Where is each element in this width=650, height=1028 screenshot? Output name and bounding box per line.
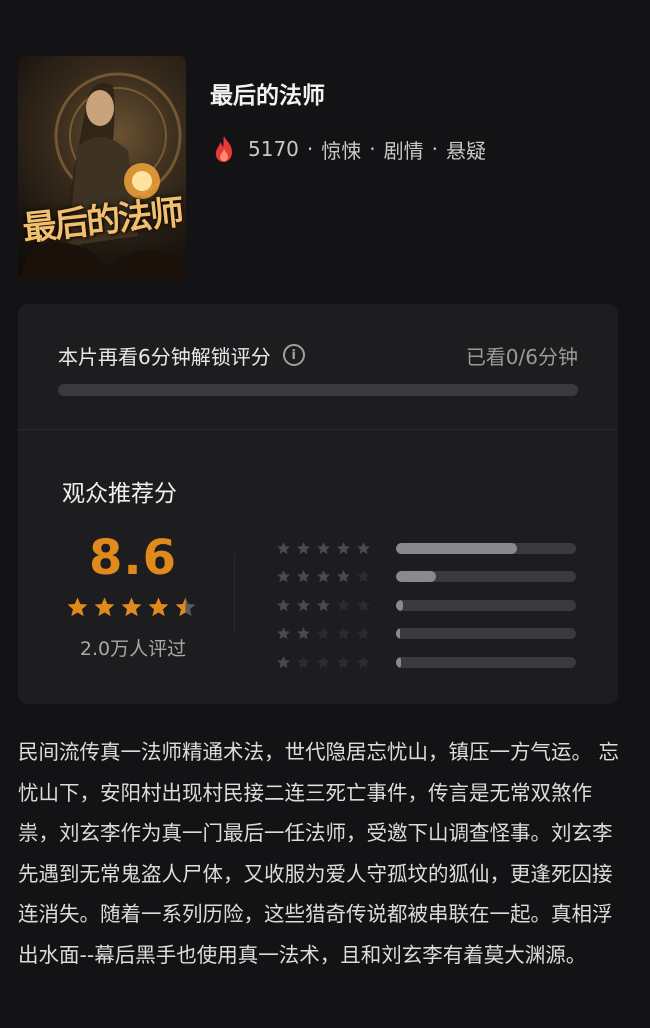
star-icon xyxy=(317,570,330,583)
distribution-row xyxy=(276,620,580,649)
star-icon xyxy=(357,570,370,583)
star-icon xyxy=(357,541,370,554)
distribution-stars xyxy=(276,626,396,641)
watched-progress-text: 已看0/6分钟 xyxy=(465,344,578,369)
star-icon xyxy=(297,598,310,611)
distribution-stars xyxy=(276,655,396,670)
star-icon xyxy=(94,597,115,617)
star-icon xyxy=(337,627,350,640)
distribution-row xyxy=(276,648,580,677)
distribution-stars xyxy=(276,569,396,584)
distribution-bar xyxy=(396,599,576,611)
distribution-bar-fill xyxy=(396,599,404,611)
star-icon xyxy=(317,598,330,611)
star-icon xyxy=(357,627,370,640)
meta-separator: · xyxy=(306,137,314,161)
audience-score-heading: 观众推荐分 xyxy=(62,481,177,507)
genre-tag[interactable]: 剧情 xyxy=(384,135,424,164)
star-icon xyxy=(277,541,290,554)
star-icon xyxy=(277,598,290,611)
distribution-bar-fill xyxy=(396,542,517,554)
star-icon xyxy=(297,541,310,554)
star-icon xyxy=(337,655,350,668)
rating-distribution xyxy=(276,534,580,677)
star-icon xyxy=(277,627,290,640)
star-icon xyxy=(297,655,310,668)
distribution-bar-fill xyxy=(396,628,400,640)
distribution-stars xyxy=(276,598,396,613)
star-icon xyxy=(277,655,290,668)
divider xyxy=(18,429,618,430)
unlock-label: 本片再看6分钟解锁评分 xyxy=(58,344,271,369)
distribution-bar xyxy=(396,571,576,583)
star-icon xyxy=(297,570,310,583)
star-icon xyxy=(317,541,330,554)
genre-tag[interactable]: 悬疑 xyxy=(446,135,486,164)
heat-count: 5170 xyxy=(248,137,299,161)
info-icon[interactable]: i xyxy=(282,344,305,366)
unlock-progress-bar xyxy=(58,384,578,396)
distribution-bar-fill xyxy=(396,656,402,668)
score-stars xyxy=(66,596,197,619)
distribution-bar xyxy=(396,656,576,668)
unlock-prompt: 本片再看6分钟解锁评分 i xyxy=(58,341,305,370)
star-icon xyxy=(67,597,88,617)
audience-score: 8.6 xyxy=(88,530,178,586)
rating-card: 本片再看6分钟解锁评分 i 已看0/6分钟 观众推荐分 8.6 2.0万人评过 xyxy=(18,304,618,704)
star-icon xyxy=(337,598,350,611)
distribution-row xyxy=(276,563,580,592)
meta-separator: · xyxy=(369,137,376,161)
divider xyxy=(234,554,235,634)
distribution-bar xyxy=(396,628,576,640)
distribution-bar-fill xyxy=(396,571,436,583)
movie-meta: 5170 · 惊悚 · 剧情 · 悬疑 xyxy=(212,134,486,164)
star-icon xyxy=(297,627,310,640)
star-icon xyxy=(175,597,196,617)
rater-count: 2.0万人评过 xyxy=(79,638,187,660)
meta-separator: · xyxy=(431,137,438,161)
star-icon xyxy=(357,655,370,668)
star-icon xyxy=(121,597,142,617)
star-icon xyxy=(277,570,290,583)
distribution-row xyxy=(276,591,580,620)
distribution-stars xyxy=(276,541,396,556)
movie-title: 最后的法师 xyxy=(210,83,325,109)
movie-poster[interactable]: 最后的法师 xyxy=(18,56,186,280)
distribution-row xyxy=(276,534,580,563)
star-icon xyxy=(317,627,330,640)
unlock-row: 本片再看6分钟解锁评分 i 已看0/6分钟 xyxy=(58,340,578,370)
star-icon xyxy=(148,597,169,617)
star-icon xyxy=(337,541,350,554)
star-icon xyxy=(357,598,370,611)
distribution-bar xyxy=(396,542,576,554)
genre-tag[interactable]: 惊悚 xyxy=(321,135,361,164)
fire-icon xyxy=(215,136,232,162)
synopsis: 民间流传真一法师精通术法，世代隐居忘忧山，镇压一方气运。 忘忧山下，安阳村出现村… xyxy=(18,740,620,967)
star-icon xyxy=(337,570,350,583)
star-icon xyxy=(317,655,330,668)
